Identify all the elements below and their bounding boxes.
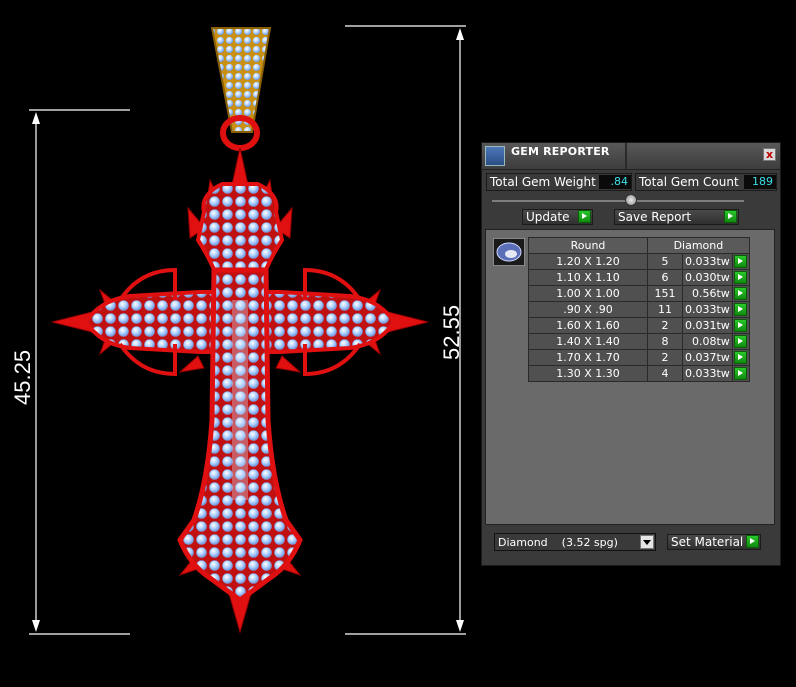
row-select-button[interactable]	[733, 287, 747, 300]
save-report-button[interactable]: Save Report	[614, 209, 739, 225]
gem-count: 5	[647, 253, 683, 270]
model-viewport[interactable]: 45.25 52.55	[0, 0, 480, 687]
gem-weight: 0.08tw	[682, 333, 733, 350]
gem-reporter-panel: GEM REPORTER x Total Gem Weight .84 Tota…	[481, 142, 781, 566]
gem-size: 1.70 X 1.70	[528, 349, 648, 366]
shape-column-header: Round	[528, 237, 648, 254]
gem-size: 1.00 X 1.00	[528, 285, 648, 302]
round-gem-icon	[493, 238, 525, 266]
save-report-button-label: Save Report	[618, 210, 692, 224]
title-tab-divider	[625, 143, 627, 169]
row-select-button[interactable]	[733, 351, 747, 364]
set-material-button[interactable]: Set Material	[667, 534, 761, 550]
dimension-left	[29, 109, 130, 635]
material-column-header: Diamond	[647, 237, 750, 254]
gem-count: 8	[647, 333, 683, 350]
chevron-down-icon[interactable]	[640, 535, 654, 549]
dimension-right-label: 52.55	[439, 305, 464, 360]
material-dropdown[interactable]: Diamond (3.52 spg)	[494, 533, 656, 551]
gem-reporter-icon	[485, 146, 505, 166]
gem-table: Round Diamond 1.20 X 1.20 5 0.033tw 1.10 X…	[528, 237, 750, 382]
total-gem-weight-value: .84	[599, 175, 631, 189]
gem-weight: 0.033tw	[682, 253, 733, 270]
gem-weight: 0.037tw	[682, 349, 733, 366]
panel-slider-track	[492, 200, 744, 202]
total-gem-count-field: Total Gem Count 189	[635, 173, 777, 191]
gem-count: 151	[647, 285, 683, 302]
gem-size: 1.10 X 1.10	[528, 269, 648, 286]
panel-slider-knob[interactable]	[625, 194, 637, 206]
save-report-go-icon	[724, 210, 737, 223]
cross-pendant	[51, 147, 429, 634]
gem-weight: 0.031tw	[682, 317, 733, 334]
total-gem-weight-label: Total Gem Weight	[490, 175, 596, 189]
total-gem-weight-field: Total Gem Weight .84	[486, 173, 632, 191]
row-select-button[interactable]	[733, 367, 747, 380]
row-select-button[interactable]	[733, 255, 747, 268]
gem-size: .90 X .90	[528, 301, 648, 318]
row-select-button[interactable]	[733, 271, 747, 284]
gem-size: 1.40 X 1.40	[528, 333, 648, 350]
row-select-button[interactable]	[733, 319, 747, 332]
gem-count: 2	[647, 349, 683, 366]
gem-count: 2	[647, 317, 683, 334]
table-row: 1.40 X 1.40 8 0.08tw	[528, 333, 750, 350]
table-row: 1.30 X 1.30 4 0.033tw	[528, 365, 750, 382]
total-gem-count-label: Total Gem Count	[639, 175, 739, 189]
gem-count: 11	[647, 301, 683, 318]
gem-weight: 0.033tw	[682, 365, 733, 382]
table-row: 1.10 X 1.10 6 0.030tw	[528, 269, 750, 286]
pendant-bail	[210, 27, 272, 151]
set-material-go-icon	[746, 535, 759, 548]
update-button-label: Update	[526, 210, 570, 224]
gem-size: 1.60 X 1.60	[528, 317, 648, 334]
table-row: 1.00 X 1.00 151 0.56tw	[528, 285, 750, 302]
table-row: 1.20 X 1.20 5 0.033tw	[528, 253, 750, 270]
gem-weight: 0.56tw	[682, 285, 733, 302]
close-button[interactable]: x	[763, 148, 776, 161]
table-row: 1.70 X 1.70 2 0.037tw	[528, 349, 750, 366]
gem-count: 6	[647, 269, 683, 286]
total-gem-count-value: 189	[744, 175, 776, 189]
material-dropdown-value: Diamond (3.52 spg)	[498, 536, 618, 549]
row-select-button[interactable]	[733, 303, 747, 316]
row-select-button[interactable]	[733, 335, 747, 348]
gem-weight: 0.030tw	[682, 269, 733, 286]
gem-weight: 0.033tw	[682, 301, 733, 318]
dimension-left-label: 45.25	[10, 350, 35, 405]
panel-title: GEM REPORTER	[511, 145, 610, 158]
table-row: .90 X .90 11 0.033tw	[528, 301, 750, 318]
gem-size: 1.20 X 1.20	[528, 253, 648, 270]
update-button[interactable]: Update	[522, 209, 593, 225]
gem-size: 1.30 X 1.30	[528, 365, 648, 382]
set-material-button-label: Set Material	[671, 535, 744, 549]
update-go-icon	[578, 210, 591, 223]
panel-titlebar[interactable]: GEM REPORTER x	[482, 143, 780, 170]
gem-report-area: Round Diamond 1.20 X 1.20 5 0.033tw 1.10 X…	[485, 229, 775, 525]
gem-count: 4	[647, 365, 683, 382]
table-row: 1.60 X 1.60 2 0.031tw	[528, 317, 750, 334]
